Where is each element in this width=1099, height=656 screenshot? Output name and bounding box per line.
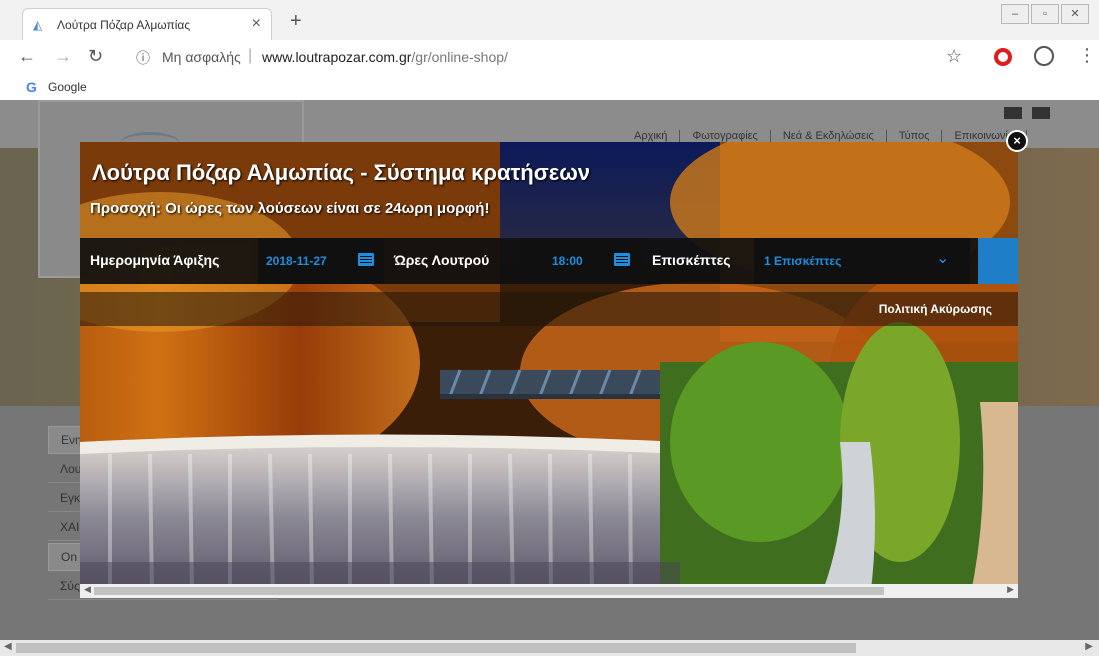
visitors-value: 1 Επισκέπτες bbox=[764, 254, 842, 268]
scroll-thumb[interactable] bbox=[16, 643, 856, 653]
url-host: www.loutrapozar.com.gr bbox=[262, 49, 412, 65]
bath-hours-field[interactable]: 18:00 bbox=[520, 238, 642, 284]
site-favicon-icon: ◭ bbox=[33, 18, 43, 32]
bookmark-google[interactable]: Google bbox=[48, 80, 87, 94]
browser-tab[interactable]: ◭ Λούτρα Πόζαρ Αλμωπίας × bbox=[22, 8, 272, 40]
maximize-icon[interactable]: ▫ bbox=[1031, 4, 1059, 24]
close-tab-icon[interactable]: × bbox=[252, 15, 261, 33]
arrival-date-label: Ημερομηνία Άφιξης bbox=[90, 252, 220, 268]
new-tab-button[interactable]: + bbox=[290, 10, 302, 33]
bookmarks-bar: G Google bbox=[0, 74, 1099, 101]
booking-modal: Λούτρα Πόζαρ Αλμωπίας - Σύστημα κρατήσεω… bbox=[80, 142, 1018, 598]
modal-horizontal-scrollbar[interactable]: ◀ ▶ bbox=[80, 584, 1018, 598]
address-divider: | bbox=[248, 47, 253, 64]
booking-form: Ημερομηνία Άφιξης 2018-11-27 Ώρες Λουτρο… bbox=[80, 238, 1018, 284]
modal-scroll-right-icon[interactable]: ▶ bbox=[1007, 584, 1014, 595]
browser-toolbar: ← → ↻ ⓘ Μη ασφαλής | www.loutrapozar.com… bbox=[0, 40, 1099, 74]
site-nav-item[interactable]: Φωτογραφίες bbox=[680, 130, 771, 142]
close-modal-icon[interactable]: × bbox=[1006, 130, 1028, 152]
account-icon[interactable] bbox=[1034, 46, 1054, 66]
modal-title: Λούτρα Πόζαρ Αλμωπίας - Σύστημα κρατήσεω… bbox=[92, 160, 591, 185]
modal-scroll-thumb[interactable] bbox=[94, 587, 884, 595]
reload-icon[interactable]: ↻ bbox=[88, 46, 103, 67]
bath-hours-value: 18:00 bbox=[552, 254, 583, 268]
address-bar[interactable]: ⓘ Μη ασφαλής | www.loutrapozar.com.gr/gr… bbox=[128, 44, 988, 70]
opera-extension-icon[interactable] bbox=[994, 48, 1012, 66]
clock-picker-icon[interactable] bbox=[614, 253, 630, 266]
cancellation-policy-link[interactable]: Πολιτική Ακύρωσης bbox=[879, 302, 992, 316]
site-nav-item[interactable]: Νεά & Εκδηλώσεις bbox=[771, 130, 887, 142]
visitors-select[interactable]: 1 Επισκέπτες ⌄ bbox=[754, 238, 970, 284]
modal-notice: Προσοχή: Οι ώρες των λούσεων είναι σε 24… bbox=[90, 200, 490, 217]
close-window-icon[interactable]: ✕ bbox=[1061, 4, 1089, 24]
bookmark-star-icon[interactable]: ☆ bbox=[946, 46, 962, 67]
back-arrow-icon[interactable]: ← bbox=[18, 46, 36, 67]
site-nav: Αρχική Φωτογραφίες Νεά & Εκδηλώσεις Τύπο… bbox=[622, 130, 1028, 142]
arrival-date-value: 2018-11-27 bbox=[266, 254, 327, 268]
flag-en-icon[interactable] bbox=[1004, 107, 1022, 119]
scroll-left-icon[interactable]: ◀ bbox=[4, 641, 12, 652]
info-icon[interactable]: ⓘ bbox=[136, 48, 150, 68]
scroll-right-icon[interactable]: ▶ bbox=[1085, 641, 1093, 652]
search-button[interactable] bbox=[978, 238, 1018, 284]
visitors-label: Επισκέπτες bbox=[652, 252, 731, 268]
site-nav-item[interactable]: Τύπος bbox=[887, 130, 943, 142]
url-path: /gr/online-shop/ bbox=[411, 49, 508, 65]
chevron-down-icon[interactable]: ⌄ bbox=[936, 248, 949, 268]
minimize-icon[interactable]: – bbox=[1001, 4, 1029, 24]
window-controls: – ▫ ✕ bbox=[999, 4, 1089, 24]
language-flags bbox=[1004, 106, 1060, 124]
security-label: Μη ασφαλής bbox=[162, 49, 241, 65]
modal-scroll-left-icon[interactable]: ◀ bbox=[84, 584, 91, 595]
tab-title: Λούτρα Πόζαρ Αλμωπίας bbox=[57, 18, 191, 32]
site-nav-item[interactable]: Αρχική bbox=[622, 130, 681, 142]
cancellation-bar: Πολιτική Ακύρωσης bbox=[80, 292, 1018, 326]
url-text[interactable]: www.loutrapozar.com.gr/gr/online-shop/ bbox=[262, 49, 508, 65]
bath-hours-label: Ώρες Λουτρού bbox=[394, 252, 490, 268]
arrival-date-field[interactable]: 2018-11-27 bbox=[258, 238, 384, 284]
flag-gr-icon[interactable] bbox=[1032, 107, 1050, 119]
google-icon: G bbox=[26, 79, 37, 95]
browser-tab-bar: ◭ Λούτρα Πόζαρ Αλμωπίας × + – ▫ ✕ bbox=[0, 0, 1099, 40]
calendar-icon[interactable] bbox=[358, 253, 374, 266]
menu-dots-icon[interactable]: ⋮ bbox=[1078, 45, 1096, 66]
page-horizontal-scrollbar[interactable]: ◀ ▶ bbox=[0, 640, 1099, 656]
forward-arrow-icon[interactable]: → bbox=[54, 46, 72, 67]
